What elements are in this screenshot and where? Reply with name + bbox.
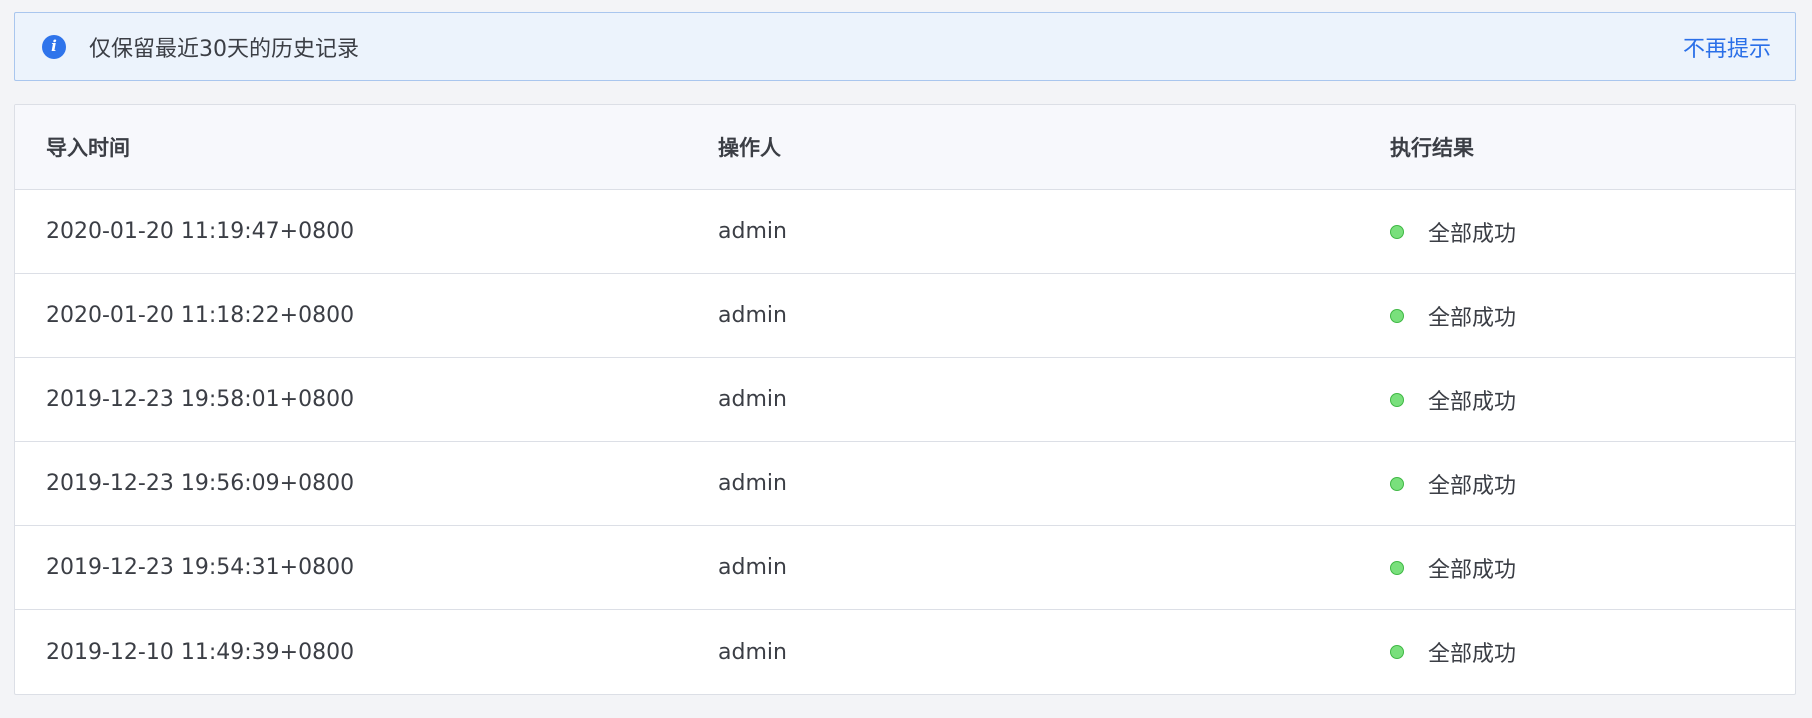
cell-operator: admin <box>718 639 787 665</box>
table-row: 2019-12-23 19:56:09+0800 admin 全部成功 <box>15 442 1795 526</box>
table-header: 导入时间 操作人 执行结果 <box>15 105 1795 190</box>
history-table: 导入时间 操作人 执行结果 2020-01-20 11:19:47+0800 a… <box>14 104 1796 695</box>
cell-result: 全部成功 <box>1359 300 1795 332</box>
table-row: 2019-12-23 19:58:01+0800 admin 全部成功 <box>15 358 1795 442</box>
cell-result: 全部成功 <box>1359 384 1795 416</box>
result-label: 全部成功 <box>1428 642 1517 667</box>
success-status-icon <box>1390 224 1404 239</box>
success-status-icon <box>1390 392 1404 407</box>
result-label: 全部成功 <box>1428 557 1517 583</box>
result-label: 全部成功 <box>1428 221 1517 247</box>
success-status-icon <box>1390 560 1404 575</box>
cell-import-time: 2019-12-23 19:58:01+0800 <box>46 387 355 412</box>
info-icon: i <box>42 34 66 59</box>
result-label: 全部成功 <box>1428 473 1517 499</box>
cell-result: 全部成功 <box>1359 216 1795 248</box>
cell-import-time: 2020-01-20 11:18:22+0800 <box>46 303 355 328</box>
table-row: 2020-01-20 11:19:47+0800 admin 全部成功 <box>15 190 1795 274</box>
table-row: 2020-01-20 11:18:22+0800 admin 全部成功 <box>15 274 1795 358</box>
table-row: 2019-12-23 19:54:31+0800 admin 全部成功 <box>15 526 1795 610</box>
cell-import-time: 2020-01-20 11:19:47+0800 <box>46 219 355 244</box>
table-row: 2019-12-10 11:49:39+0800 admin 全部成功 <box>15 610 1795 694</box>
cell-operator: admin <box>718 555 787 580</box>
cell-result: 全部成功 <box>1359 468 1795 500</box>
cell-operator: admin <box>718 387 787 412</box>
result-label: 全部成功 <box>1428 305 1517 331</box>
cell-import-time: 2019-12-23 19:54:31+0800 <box>46 555 355 580</box>
dismiss-notice-link[interactable]: 不再提示 <box>1683 31 1771 63</box>
result-label: 全部成功 <box>1428 389 1517 415</box>
cell-operator: admin <box>718 303 787 328</box>
cell-result: 全部成功 <box>1359 636 1795 668</box>
cell-operator: admin <box>718 219 787 244</box>
success-status-icon <box>1390 308 1404 323</box>
success-status-icon <box>1390 476 1404 491</box>
cell-operator: admin <box>718 471 787 496</box>
cell-import-time: 2019-12-10 11:49:39+0800 <box>46 639 355 665</box>
column-header-import-time: 导入时间 <box>46 136 130 160</box>
notice-text: 仅保留最近30天的历史记录 <box>89 36 359 62</box>
success-status-icon <box>1390 645 1404 659</box>
column-header-operator: 操作人 <box>718 136 781 160</box>
cell-import-time: 2019-12-23 19:56:09+0800 <box>46 471 355 496</box>
notice-bar: i 仅保留最近30天的历史记录 不再提示 <box>14 12 1796 81</box>
column-header-result: 执行结果 <box>1390 136 1474 160</box>
cell-result: 全部成功 <box>1359 552 1795 584</box>
